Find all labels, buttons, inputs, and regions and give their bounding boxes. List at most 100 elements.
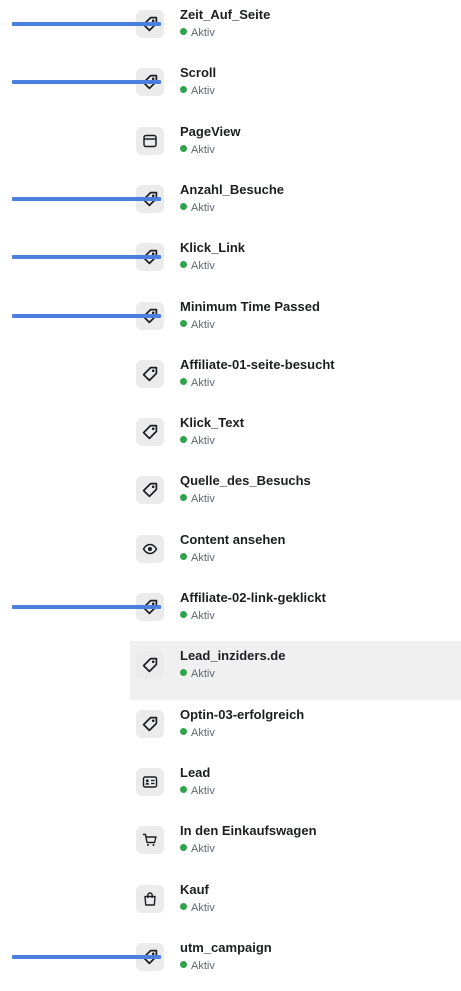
event-name: Zeit_Auf_Seite	[180, 7, 271, 22]
status-active-dot	[180, 960, 187, 968]
event-list-item[interactable]: Lead Aktiv	[130, 758, 461, 816]
event-list-item[interactable]: Zeit_Auf_Seite Aktiv	[130, 0, 461, 58]
event-list-item[interactable]: Klick_Text Aktiv	[130, 408, 461, 466]
status-text: Aktiv	[191, 959, 215, 972]
status-text: Aktiv	[191, 376, 215, 389]
event-list-item[interactable]: Optin-03-erfolgreich Aktiv	[130, 700, 461, 758]
event-name: Klick_Link	[180, 240, 246, 256]
status-indicator: Aktiv	[180, 727, 215, 740]
event-name: Quelle_des_Besuchs	[180, 473, 311, 489]
shopping-bag-icon	[136, 884, 164, 913]
status-active-dot	[180, 611, 187, 618]
event-list-item[interactable]: utm_campaign Aktiv	[130, 933, 461, 991]
status-active-dot	[180, 669, 187, 677]
event-name: Kauf	[180, 881, 209, 897]
status-indicator: Aktiv	[180, 552, 215, 565]
status-active-dot	[180, 902, 187, 910]
status-text: Aktiv	[191, 201, 215, 214]
status-active-dot	[180, 261, 187, 269]
status-active-dot	[180, 86, 187, 94]
event-list-item[interactable]: Scroll Aktiv	[130, 58, 461, 116]
status-text: Aktiv	[191, 318, 215, 331]
tag-icon	[136, 593, 164, 621]
tag-icon	[136, 184, 164, 213]
event-name: Klick_Text	[180, 415, 245, 431]
status-active-dot	[180, 844, 187, 852]
event-name: Content ansehen	[180, 531, 286, 547]
tag-icon	[136, 418, 164, 447]
browser-window-icon	[136, 126, 164, 155]
status-indicator: Aktiv	[180, 960, 215, 973]
status-indicator: Aktiv	[180, 668, 215, 681]
event-list-item[interactable]: Affiliate-01-seite-besucht Aktiv	[130, 350, 461, 408]
event-list-item[interactable]: In den Einkaufswagen Aktiv	[130, 816, 461, 874]
status-active-dot	[180, 377, 187, 385]
status-text: Aktiv	[191, 493, 215, 506]
event-list-item[interactable]: Affiliate-02-link-geklickt Aktiv	[130, 583, 461, 641]
status-indicator: Aktiv	[180, 902, 215, 915]
shopping-cart-icon	[136, 826, 164, 855]
status-indicator: Aktiv	[180, 260, 215, 273]
tag-icon	[136, 243, 164, 272]
status-active-dot	[180, 727, 187, 735]
status-text: Aktiv	[191, 668, 215, 681]
status-text: Aktiv	[191, 901, 215, 914]
status-active-dot	[180, 202, 187, 210]
event-list-item[interactable]: Anzahl_Besuche Aktiv	[130, 175, 461, 233]
tag-icon	[136, 476, 164, 505]
event-name: utm_campaign	[180, 939, 272, 955]
event-name: In den Einkaufswagen	[180, 823, 317, 839]
contact-card-icon	[136, 767, 164, 796]
status-indicator: Aktiv	[180, 843, 215, 856]
status-active-dot	[180, 28, 187, 35]
status-text: Aktiv	[191, 726, 215, 739]
status-indicator: Aktiv	[180, 27, 215, 40]
status-text: Aktiv	[191, 143, 215, 156]
event-list-item[interactable]: Lead_inziders.de Aktiv	[130, 641, 461, 700]
event-list-item[interactable]: PageView Aktiv	[130, 117, 461, 175]
tag-icon	[136, 68, 164, 97]
status-text: Aktiv	[191, 843, 215, 856]
status-active-dot	[180, 552, 187, 560]
event-name: Affiliate-02-link-geklickt	[180, 590, 326, 605]
tag-icon	[136, 942, 164, 971]
status-indicator: Aktiv	[180, 144, 215, 157]
event-name: Optin-03-erfolgreich	[180, 706, 305, 722]
status-text: Aktiv	[191, 27, 215, 39]
event-name: Scroll	[180, 65, 217, 81]
status-text: Aktiv	[191, 551, 215, 564]
tag-icon	[136, 651, 164, 680]
status-indicator: Aktiv	[180, 610, 215, 623]
event-name: Lead_inziders.de	[180, 648, 286, 664]
status-text: Aktiv	[191, 85, 215, 98]
status-active-dot	[180, 494, 187, 502]
event-name: Anzahl_Besuche	[180, 181, 285, 197]
status-active-dot	[180, 785, 187, 793]
status-active-dot	[180, 436, 187, 444]
tag-icon	[136, 301, 164, 330]
status-text: Aktiv	[191, 435, 215, 448]
event-list: Zeit_Auf_Seite Aktiv Scroll Aktiv PageView Ak…	[0, 0, 461, 976]
event-name: Minimum Time Passed	[180, 298, 320, 314]
status-indicator: Aktiv	[180, 85, 215, 98]
event-list-item[interactable]: Klick_Link Aktiv	[130, 233, 461, 291]
event-list-item[interactable]: Minimum Time Passed Aktiv	[130, 292, 461, 350]
status-active-dot	[180, 319, 187, 327]
status-text: Aktiv	[191, 610, 215, 622]
event-list-item[interactable]: Quelle_des_Besuchs Aktiv	[130, 466, 461, 524]
status-indicator: Aktiv	[180, 202, 215, 215]
tag-icon	[136, 10, 164, 38]
status-indicator: Aktiv	[180, 435, 215, 448]
event-list-item[interactable]: Kauf Aktiv	[130, 875, 461, 933]
event-list-item[interactable]: Content ansehen Aktiv	[130, 525, 461, 583]
status-text: Aktiv	[191, 260, 215, 273]
status-indicator: Aktiv	[180, 319, 215, 332]
status-indicator: Aktiv	[180, 493, 215, 506]
event-name: Lead	[180, 764, 211, 780]
tag-icon	[136, 359, 164, 388]
event-name: Affiliate-01-seite-besucht	[180, 356, 335, 372]
event-name: PageView	[180, 123, 241, 139]
eye-icon	[136, 534, 164, 563]
status-text: Aktiv	[191, 784, 215, 797]
status-indicator: Aktiv	[180, 785, 215, 798]
